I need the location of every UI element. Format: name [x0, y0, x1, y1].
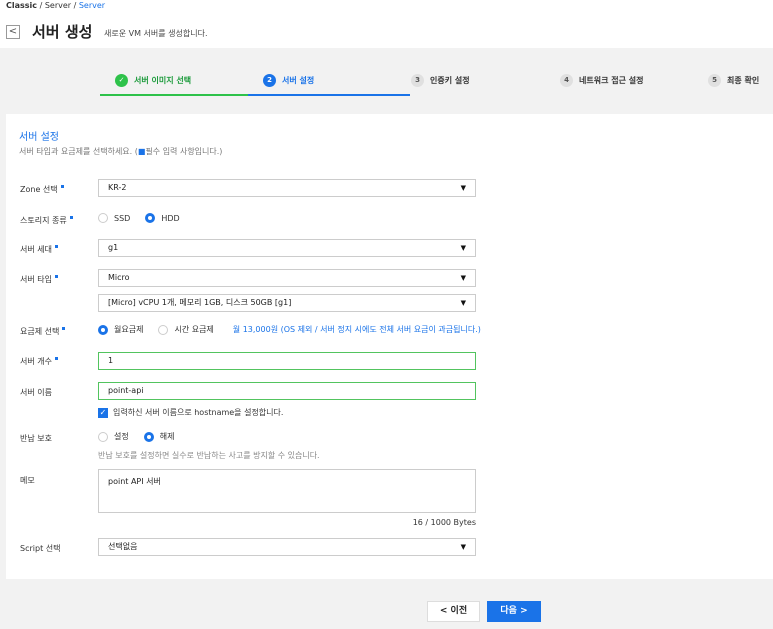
server-name-label: 서버 이름 [20, 388, 52, 397]
prev-button[interactable]: < 이전 [427, 601, 480, 622]
storage-radio-group: SSD HDD [98, 213, 195, 223]
required-dot [60, 185, 64, 188]
required-dot [54, 275, 58, 278]
hostname-checkbox-row[interactable]: ✓ 입력하신 서버 이름으로 hostname을 설정합니다. [98, 407, 283, 418]
zone-label: Zone 선택 [20, 184, 64, 195]
script-select[interactable]: 선택없음 ▼ [98, 538, 476, 556]
step-network-access[interactable]: 4 네트워크 접근 설정 [560, 67, 643, 94]
storage-hdd-radio[interactable] [145, 213, 156, 223]
generation-value: g1 [108, 243, 119, 252]
step-number: 5 [708, 74, 721, 87]
required-dot [62, 327, 66, 330]
step-final-confirm[interactable]: 5 최종 확인 [708, 67, 759, 94]
protect-on-radio[interactable] [98, 431, 108, 442]
storage-ssd-label[interactable]: SSD [114, 214, 130, 223]
server-name-input[interactable]: point-api [98, 382, 476, 400]
server-settings-form: 서버 설정 서버 타입과 요금제를 선택하세요. (■필수 입력 사항입니다.)… [6, 114, 773, 579]
page-subtitle: 새로운 VM 서버를 생성합니다. [104, 29, 208, 38]
breadcrumb-sep: / [71, 1, 79, 10]
step-progress-active [248, 94, 410, 96]
page-header: Classic / Server / Server < 서버 생성 새로운 VM… [0, 0, 773, 48]
billing-price-note: 월 13,000원 (OS 제외 / 서버 정지 시에도 전체 서버 요금이 과… [232, 325, 481, 334]
required-dot [69, 216, 73, 219]
required-dot [54, 357, 58, 360]
caret-down-icon: ▼ [460, 184, 466, 192]
form-subtitle-pre: 서버 타입과 요금제를 선택하세요. ( [19, 147, 138, 156]
caret-down-icon: ▼ [460, 274, 466, 282]
hostname-checkbox-label: 입력하신 서버 이름으로 hostname을 설정합니다. [113, 408, 284, 417]
server-count-label: 서버 개수 [20, 356, 58, 367]
step-label: 인증키 설정 [430, 76, 470, 85]
server-spec-value: [Micro] vCPU 1개, 메모리 1GB, 디스크 50GB [g1] [108, 298, 292, 307]
storage-hdd-label[interactable]: HDD [161, 214, 179, 223]
generation-select[interactable]: g1 ▼ [98, 239, 476, 257]
back-button[interactable]: < [6, 25, 20, 39]
form-subtitle: 서버 타입과 요금제를 선택하세요. (■필수 입력 사항입니다.) [19, 146, 222, 157]
caret-down-icon: ▼ [460, 543, 466, 551]
wizard-steps: ✓ 서버 이미지 선택 2 서버 설정 3 인증키 설정 4 네트워크 접근 설… [0, 67, 773, 96]
billing-monthly-radio[interactable] [98, 324, 108, 335]
memo-textarea[interactable]: point API 서버 [98, 469, 476, 513]
storage-label: 스토리지 종류 [20, 215, 73, 226]
generation-label: 서버 세대 [20, 244, 58, 255]
storage-ssd-radio[interactable] [98, 213, 108, 223]
page-title: 서버 생성 [32, 23, 93, 41]
protect-on-label[interactable]: 설정 [114, 431, 129, 442]
step-image-select[interactable]: ✓ 서버 이미지 선택 [115, 67, 191, 94]
check-icon: ✓ [115, 74, 128, 87]
breadcrumb-root[interactable]: Classic [6, 1, 37, 10]
server-type-select[interactable]: Micro ▼ [98, 269, 476, 287]
script-label: Script 선택 [20, 544, 61, 553]
breadcrumb: Classic / Server / Server [6, 1, 105, 10]
form-title: 서버 설정 [19, 132, 59, 143]
caret-down-icon: ▼ [460, 299, 466, 307]
step-number: 3 [411, 74, 424, 87]
billing-radio-group: 월요금제 시간 요금제 월 13,000원 (OS 제외 / 서버 정지 시에도… [98, 324, 481, 335]
step-number: 4 [560, 74, 573, 87]
protect-off-radio[interactable] [143, 431, 154, 442]
step-server-settings[interactable]: 2 서버 설정 [263, 67, 314, 94]
breadcrumb-sep: / [37, 1, 45, 10]
server-count-input[interactable]: 1 [98, 352, 476, 370]
server-spec-select[interactable]: [Micro] vCPU 1개, 메모리 1GB, 디스크 50GB [g1] ▼ [98, 294, 476, 312]
breadcrumb-current: Server [78, 1, 106, 10]
check-icon[interactable]: ✓ [98, 407, 108, 418]
memo-byte-counter: 16 / 1000 Bytes [412, 518, 476, 527]
next-button[interactable]: 다음 > [487, 601, 541, 622]
return-protect-hint: 반납 보호를 설정하면 실수로 반납하는 사고를 방지할 수 있습니다. [98, 451, 320, 460]
step-label: 서버 이미지 선택 [134, 76, 192, 85]
billing-label: 요금제 선택 [20, 326, 66, 337]
zone-value: KR-2 [108, 183, 127, 192]
form-subtitle-post: 필수 입력 사항입니다.) [145, 147, 223, 156]
billing-hourly-radio[interactable] [158, 324, 169, 335]
server-type-value: Micro [108, 273, 130, 282]
caret-down-icon: ▼ [460, 244, 466, 252]
step-label: 서버 설정 [282, 76, 315, 85]
billing-monthly-label[interactable]: 월요금제 [114, 324, 143, 335]
step-label: 최종 확인 [727, 76, 760, 85]
step-label: 네트워크 접근 설정 [579, 76, 644, 85]
step-number: 2 [263, 74, 276, 87]
return-protect-radio-group: 설정 해제 [98, 431, 189, 442]
script-value: 선택없음 [108, 542, 138, 551]
server-type-label: 서버 타입 [20, 274, 58, 285]
zone-select[interactable]: KR-2 ▼ [98, 179, 476, 197]
return-protect-label: 반납 보호 [20, 434, 52, 443]
billing-hourly-label[interactable]: 시간 요금제 [174, 324, 213, 335]
step-auth-key[interactable]: 3 인증키 설정 [411, 67, 470, 94]
breadcrumb-mid[interactable]: Server [45, 1, 71, 10]
step-progress-done [100, 94, 248, 96]
protect-off-label[interactable]: 해제 [160, 431, 175, 442]
memo-label: 메모 [20, 476, 35, 485]
required-dot [54, 245, 58, 248]
